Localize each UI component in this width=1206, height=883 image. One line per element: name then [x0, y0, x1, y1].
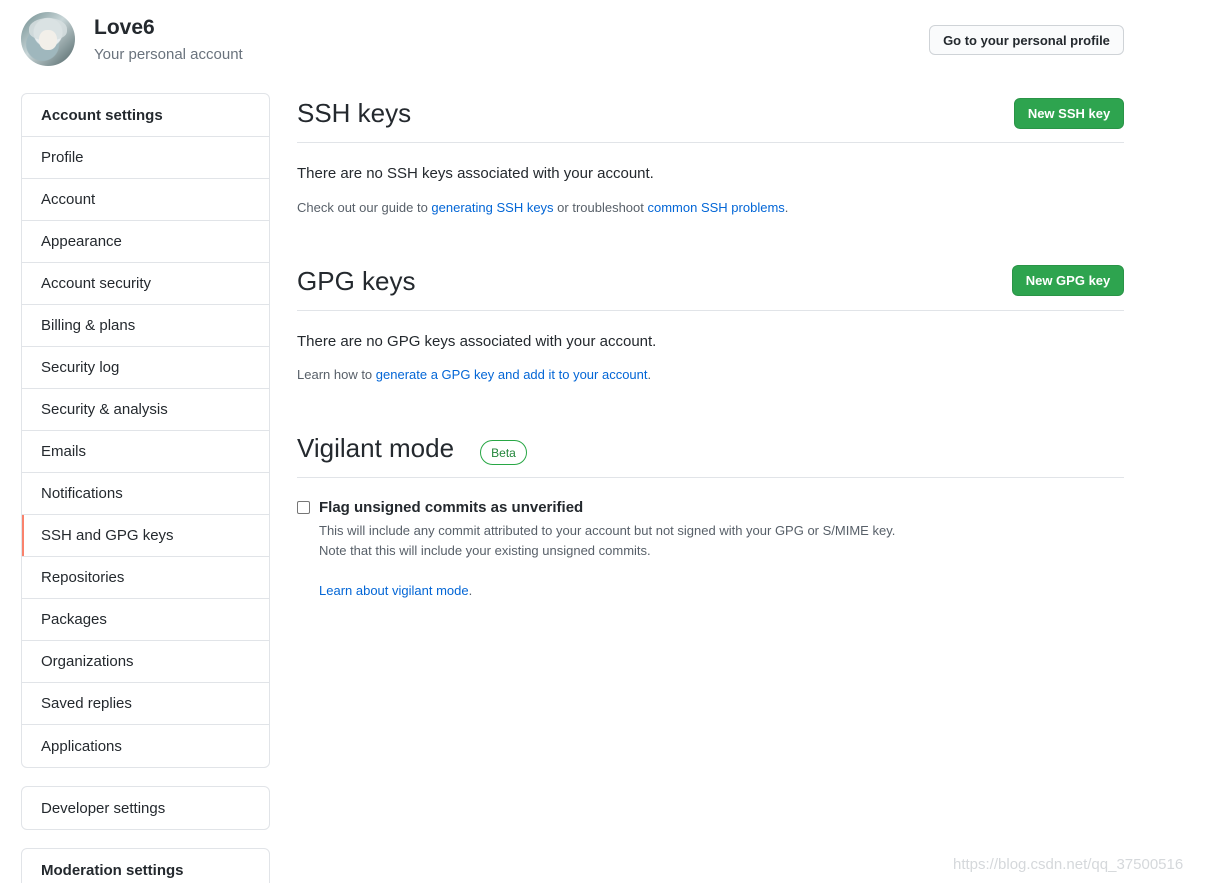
beta-badge: Beta	[480, 440, 527, 465]
sidebar-item-applications[interactable]: Applications	[22, 725, 269, 767]
vigilant-note-line1: This will include any commit attributed …	[319, 523, 896, 538]
vigilant-mode-title: Vigilant mode	[297, 433, 455, 463]
developer-settings-menu: Developer settings	[21, 786, 270, 830]
moderation-settings-menu: Moderation settings	[21, 848, 270, 883]
account-settings-menu: Account settings Profile Account Appeara…	[21, 93, 270, 768]
gpg-learn-suffix: .	[647, 367, 652, 382]
vigilant-divider	[297, 477, 1124, 478]
sidebar-item-packages[interactable]: Packages	[22, 599, 269, 641]
sidebar-item-security-log[interactable]: Security log	[22, 347, 269, 389]
vigilant-learn-suffix: .	[468, 583, 473, 598]
sidebar-item-organizations[interactable]: Organizations	[22, 641, 269, 683]
sidebar-item-notifications[interactable]: Notifications	[22, 473, 269, 515]
learn-vigilant-mode-link[interactable]: Learn about vigilant mode	[319, 583, 469, 598]
sidebar-item-appearance[interactable]: Appearance	[22, 221, 269, 263]
sidebar-item-emails[interactable]: Emails	[22, 431, 269, 473]
sidebar-item-account-security[interactable]: Account security	[22, 263, 269, 305]
sidebar-item-profile[interactable]: Profile	[22, 137, 269, 179]
gpg-learn-prefix: Learn how to	[297, 367, 376, 382]
vigilant-learn-note: Learn about vigilant mode.	[319, 583, 472, 598]
watermark-text: https://blog.csdn.net/qq_37500516	[953, 856, 1184, 873]
ssh-guide-prefix: Check out our guide to	[297, 200, 432, 215]
menu-heading-account-settings: Account settings	[22, 94, 269, 137]
gpg-keys-title: GPG keys	[297, 266, 416, 296]
generating-ssh-keys-link[interactable]: generating SSH keys	[431, 200, 553, 215]
new-gpg-key-button[interactable]: New GPG key	[1012, 265, 1124, 296]
go-to-profile-button[interactable]: Go to your personal profile	[929, 25, 1124, 55]
gpg-empty-message: There are no GPG keys associated with yo…	[297, 333, 657, 350]
gpg-divider	[297, 310, 1124, 311]
account-subtitle: Your personal account	[94, 46, 243, 63]
gpg-learn-note: Learn how to generate a GPG key and add …	[297, 367, 651, 382]
ssh-divider	[297, 142, 1124, 143]
sidebar-item-ssh-gpg-keys[interactable]: SSH and GPG keys	[22, 515, 269, 557]
new-ssh-key-button[interactable]: New SSH key	[1014, 98, 1124, 129]
menu-heading-moderation-settings: Moderation settings	[22, 849, 269, 883]
sidebar-item-developer-settings[interactable]: Developer settings	[22, 787, 269, 829]
generate-gpg-key-link[interactable]: generate a GPG key and add it to your ac…	[376, 367, 648, 382]
flag-unsigned-commits-label[interactable]: Flag unsigned commits as unverified	[319, 499, 583, 516]
ssh-guide-middle: or troubleshoot	[553, 200, 648, 215]
common-ssh-problems-link[interactable]: common SSH problems	[648, 200, 785, 215]
ssh-keys-title: SSH keys	[297, 98, 412, 128]
ssh-guide-note: Check out our guide to generating SSH ke…	[297, 200, 788, 215]
vigilant-note-line2: Note that this will include your existin…	[319, 543, 651, 558]
user-name: Love6	[94, 16, 155, 39]
sidebar-item-security-analysis[interactable]: Security & analysis	[22, 389, 269, 431]
sidebar-item-saved-replies[interactable]: Saved replies	[22, 683, 269, 725]
ssh-guide-suffix: .	[784, 200, 789, 215]
sidebar-item-repositories[interactable]: Repositories	[22, 557, 269, 599]
flag-unsigned-commits-checkbox[interactable]	[297, 501, 310, 514]
sidebar-item-account[interactable]: Account	[22, 179, 269, 221]
ssh-empty-message: There are no SSH keys associated with yo…	[297, 165, 654, 182]
avatar-face-shape	[39, 30, 57, 50]
avatar[interactable]	[21, 12, 75, 66]
sidebar-item-billing-plans[interactable]: Billing & plans	[22, 305, 269, 347]
